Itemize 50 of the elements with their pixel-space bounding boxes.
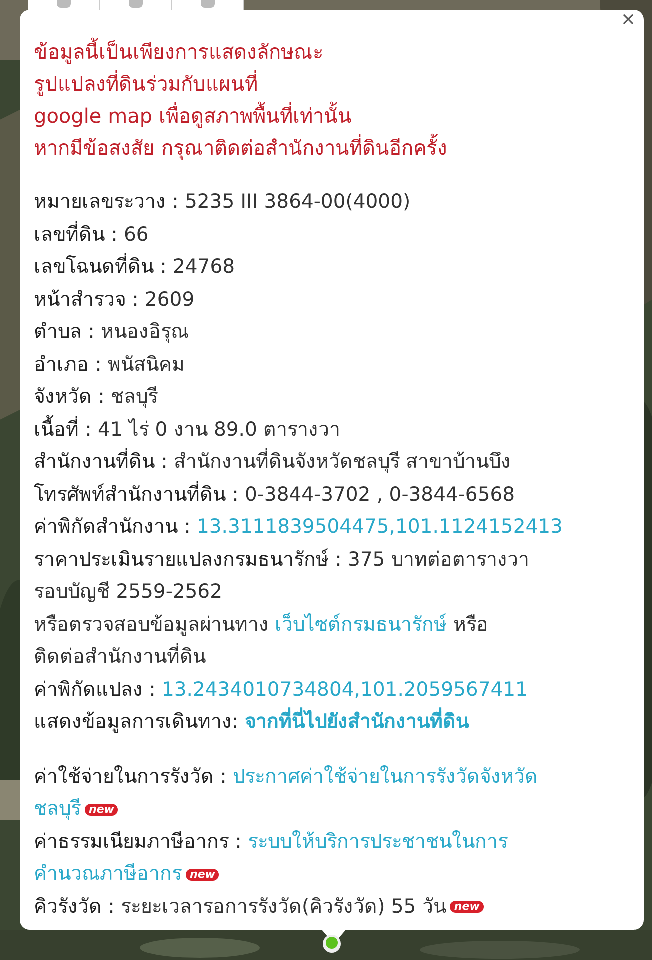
link[interactable]: จากที่นี่ไปยังสำนักงานที่ดิน (244, 710, 469, 733)
field-label: ราคาประเมินรายแปลงกรมธนารักษ์ : (34, 548, 342, 570)
notice-text: google map เพื่อดูสภาพพื้นที่เท่านั้น (34, 100, 352, 132)
field-label: หมายเลขระวาง : (34, 190, 179, 213)
new-badge: new (85, 804, 118, 816)
field-value: ชลบุรี (110, 385, 158, 408)
field-value: หนองอิรุณ (100, 320, 189, 343)
new-badge: new (186, 868, 220, 881)
link[interactable]: ประกาศค่าใช้จ่ายในการรังวัดจังหวัด (232, 764, 538, 788)
link[interactable]: คำนวณภาษีอากร (34, 862, 182, 885)
field-label: หน้าสำรวจ : (34, 288, 139, 310)
link[interactable]: ระบบให้บริการประชาชนในการ (248, 830, 508, 852)
field-value: 24768 (172, 255, 236, 278)
field-label: โทรศัพท์สำนักงานที่ดิน : (34, 482, 239, 506)
field-value: 375 บาทต่อตารางวา (348, 548, 530, 570)
field-value: สำนักงานที่ดินจังหวัดชลบุรี สาขาบ้านบึง (174, 450, 512, 473)
close-button[interactable]: × (616, 10, 640, 30)
link[interactable]: 13.2434010734804,101.2059567411 (162, 678, 528, 700)
field-label: ตำบล : (34, 320, 95, 343)
notice-text: หากมีข้อสงสัย กรุณาติดต่อสำนักงานที่ดินอีกครั้ง (34, 132, 448, 164)
new-badge: new (450, 901, 484, 914)
field-value: 41 ไร่ 0 งาน 89.0 ตารางวา (98, 418, 341, 440)
field-value: หรือ (453, 612, 488, 636)
field-label: จังหวัด : (34, 385, 105, 408)
notice-text: รูปแปลงที่ดินร่วมกับแผนที่ (34, 70, 258, 98)
field-label: ค่าพิกัดแปลง : (34, 678, 156, 700)
field-value: 2609 (144, 288, 195, 310)
field-value: 5235 III 3864-00(4000) (184, 190, 411, 213)
field-value: พนัสนิคม (108, 352, 185, 376)
field-label: เลขโฉนดที่ดิน : (34, 255, 167, 278)
notice-text: ข้อมูลนี้เป็นเพียงการแสดงลักษณะ (34, 36, 324, 68)
map-pin-icon[interactable] (322, 934, 342, 954)
field-value: ติดต่อสำนักงานที่ดิน (34, 645, 206, 668)
field-label: เลขที่ดิน : (34, 222, 118, 246)
field-value: ระยะเวลารอการรังวัด(คิวรังวัด) 55 วัน (120, 894, 446, 918)
field-value: หรือตรวจสอบข้อมูลผ่านทาง (34, 612, 269, 636)
field-label: สำนักงานที่ดิน : (34, 450, 168, 473)
link[interactable]: เว็บไซต์กรมธนารักษ์ (275, 612, 448, 636)
field-value: 66 (124, 222, 149, 246)
field-label: เนื้อที่ : (34, 418, 92, 440)
field-label: อำเภอ : (34, 352, 102, 376)
field-value: 0-3844-3702 , 0-3844-6568 (244, 482, 516, 506)
field-label: ค่าธรรมเนียมภาษีอากร : (34, 830, 242, 852)
field-value: รอบบัญชี 2559-2562 (34, 580, 222, 603)
field-label: แสดงข้อมูลการเดินทาง: (34, 710, 239, 733)
link[interactable]: 13.3111839504475,101.1124152413 (196, 515, 563, 538)
field-label: ค่าพิกัดสำนักงาน : (34, 515, 191, 538)
field-label: ค่าใช้จ่ายในการรังวัด : (34, 764, 227, 788)
link[interactable]: ชลบุรี (34, 797, 81, 820)
field-label: คิวรังวัด : (34, 894, 115, 918)
